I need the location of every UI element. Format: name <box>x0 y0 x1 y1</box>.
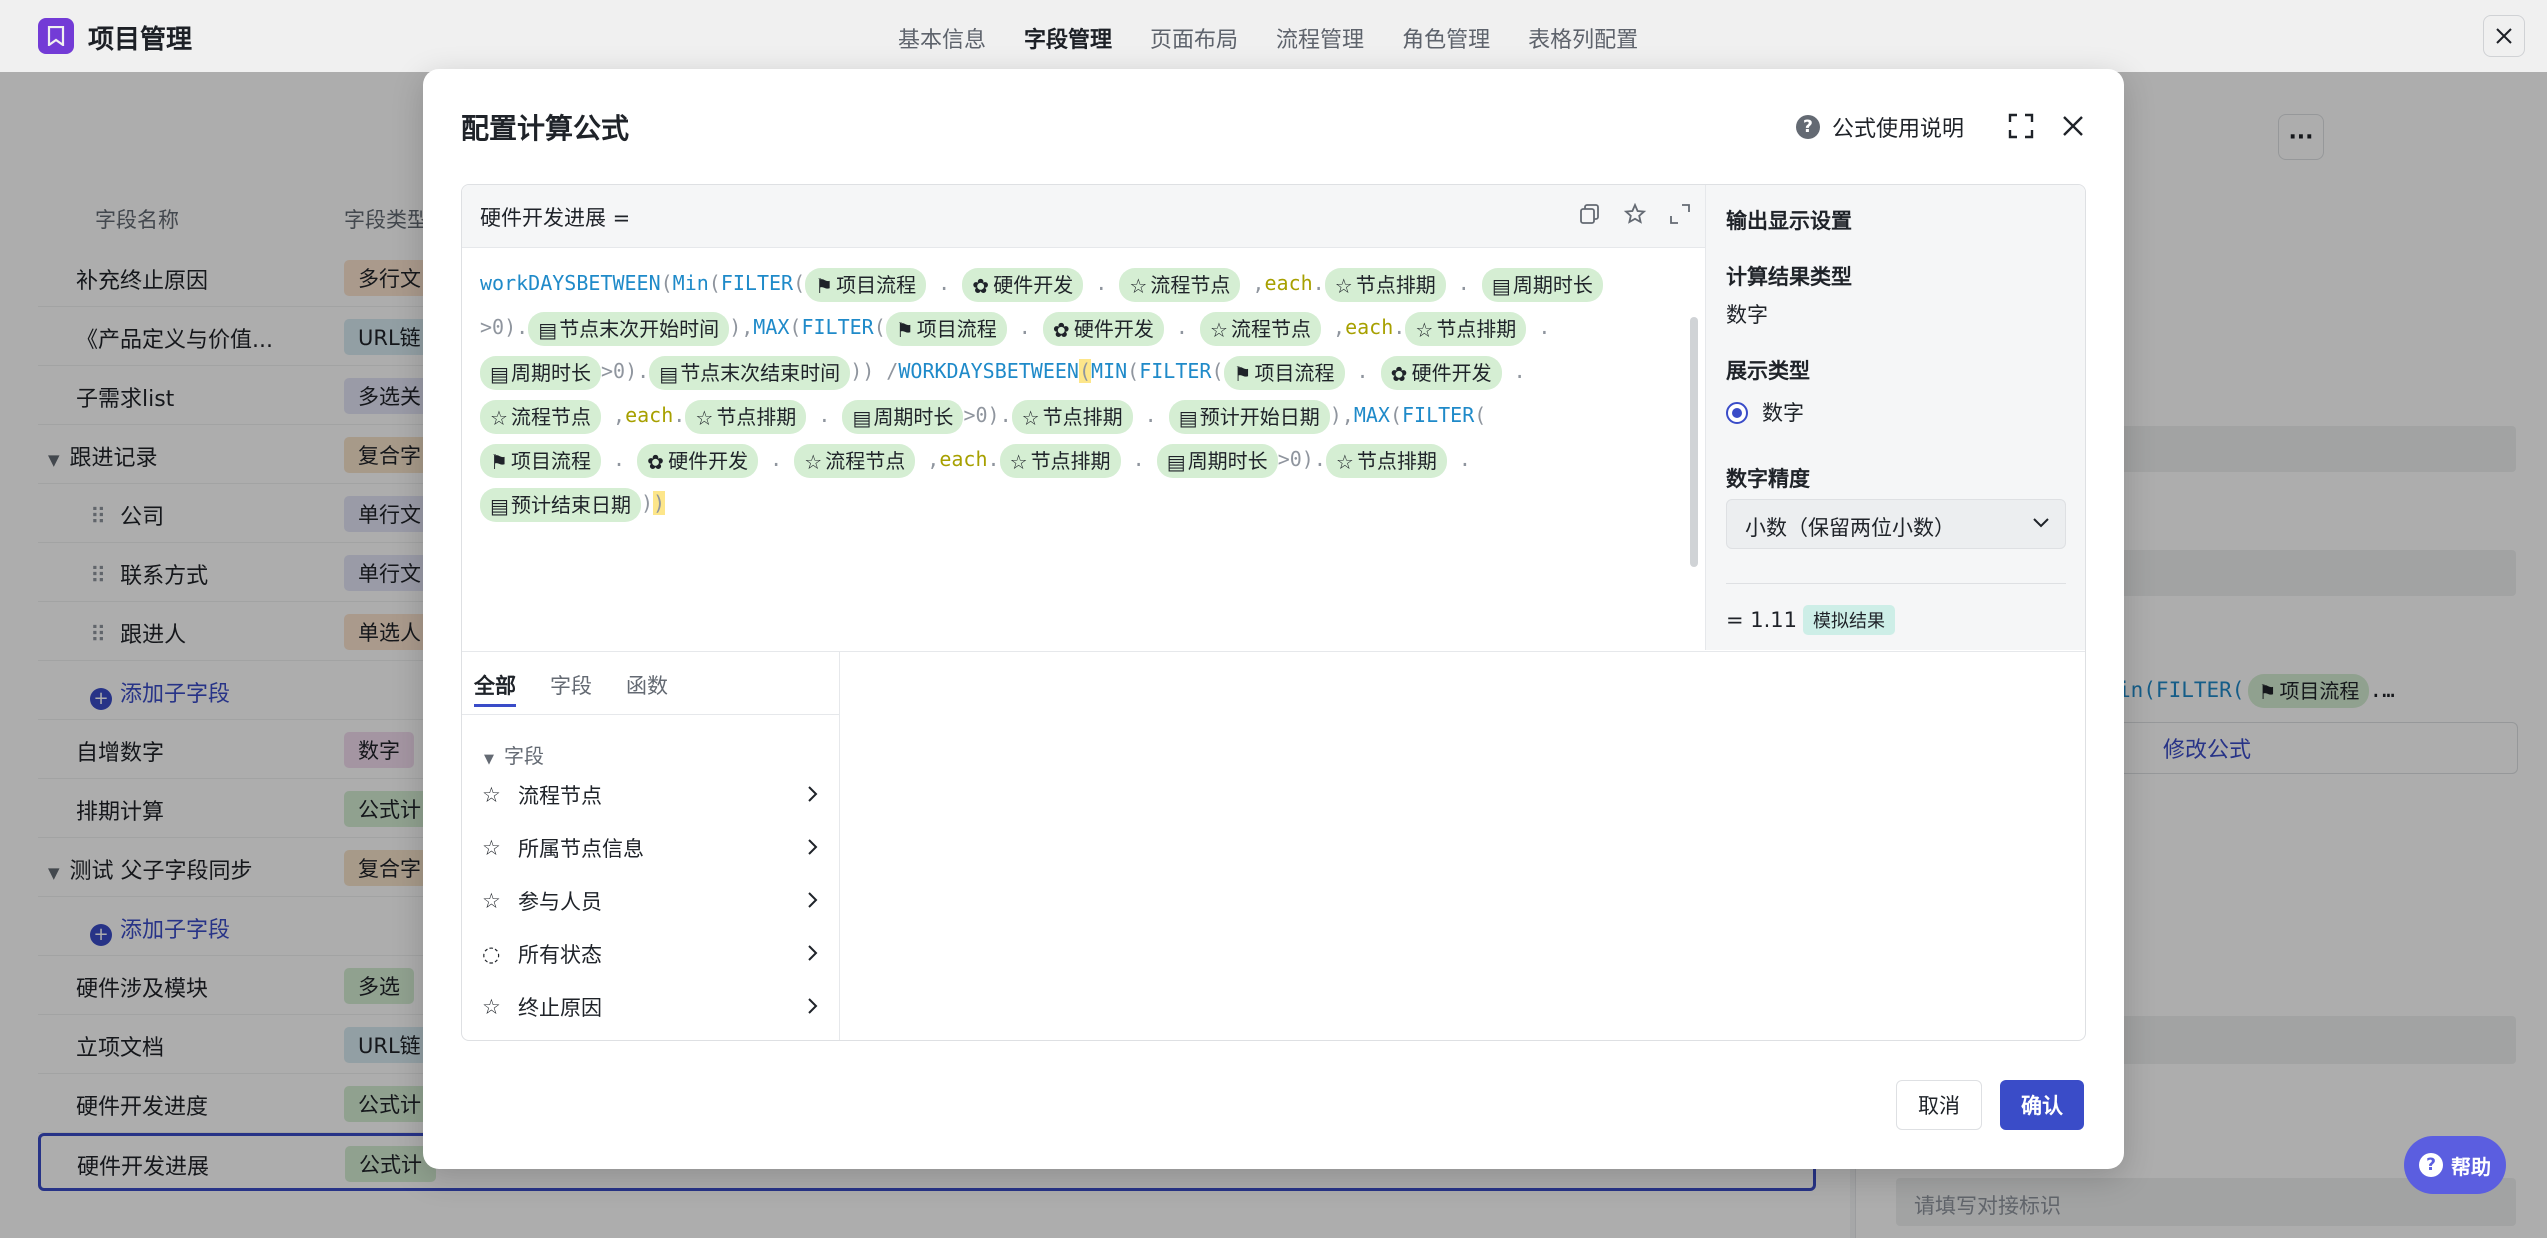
tab-field-management[interactable]: 字段管理 <box>1024 22 1112 54</box>
simulated-result: = 1.11 模拟结果 <box>1726 605 1896 635</box>
star-node-icon: ☆ <box>482 995 501 1019</box>
star-node-icon: ☆ <box>482 783 501 807</box>
status-circle-icon: ◌ <box>482 942 501 966</box>
output-header: 输出显示设置 <box>1726 209 1852 233</box>
formula-help-link[interactable]: ? 公式使用说明 <box>1795 111 1964 143</box>
display-type-label: 展示类型 <box>1726 359 1810 383</box>
confirm-button[interactable]: 确认 <box>2000 1080 2084 1130</box>
close-icon[interactable] <box>2060 113 2086 139</box>
star-node-icon: ☆ <box>482 836 501 860</box>
library-item[interactable]: ☆ 流程节点 <box>482 770 822 820</box>
library-item[interactable]: ☆ 参与人员 <box>482 876 822 926</box>
tab-fields[interactable]: 字段 <box>550 670 592 700</box>
function-library: 全部 字段 函数 ▼ 字段 ☆ 流程节点 ☆ 所属节点信息 ☆ 参与人员 ◌ 所有状态 ☆… <box>462 651 840 1040</box>
chevron-right-icon <box>808 786 818 802</box>
library-item[interactable]: ☆ 终止原因 <box>482 982 822 1032</box>
chevron-down-icon <box>2033 518 2049 528</box>
fullscreen-icon[interactable] <box>2008 113 2034 139</box>
library-group-fields[interactable]: ▼ 字段 <box>484 740 544 769</box>
question-icon: ? <box>1795 115 1820 139</box>
magic-icon[interactable] <box>1623 203 1647 225</box>
library-tabs: 全部 字段 函数 <box>474 670 668 707</box>
result-type-value: 数字 <box>1726 303 1768 327</box>
divider <box>462 714 839 715</box>
question-icon: ? <box>2419 1153 2443 1177</box>
page-close-button[interactable] <box>2483 15 2525 57</box>
editor-header: 硬件开发进展 = <box>462 185 1705 248</box>
display-type-radio[interactable]: 数字 <box>1726 397 1804 427</box>
formula-input[interactable]: workDAYSBETWEEN(Min(FILTER(⚑ 项目流程 . ✿ 硬件开发… <box>462 247 1705 650</box>
formula-editor: 硬件开发进展 = workDAYSBETWEEN(Min(FILTER(⚑ 项目流… <box>461 184 2086 1041</box>
sim-result-badge: 模拟结果 <box>1803 605 1896 635</box>
tab-role-management[interactable]: 角色管理 <box>1402 22 1490 54</box>
editor-scrollbar[interactable] <box>1690 317 1698 567</box>
tab-functions[interactable]: 函数 <box>626 670 668 700</box>
help-button[interactable]: ? 帮助 <box>2404 1136 2506 1194</box>
chevron-right-icon <box>808 892 818 908</box>
cancel-button[interactable]: 取消 <box>1896 1080 1982 1130</box>
app-title: 项目管理 <box>88 25 193 55</box>
radio-selected-icon <box>1726 402 1748 424</box>
tab-process-management[interactable]: 流程管理 <box>1276 22 1364 54</box>
top-bar: 项目管理 基本信息 字段管理 页面布局 流程管理 角色管理 表格列配置 <box>0 0 2547 73</box>
app-logo-icon <box>38 18 74 54</box>
tab-page-layout[interactable]: 页面布局 <box>1150 22 1238 54</box>
expand-icon[interactable] <box>1669 203 1691 225</box>
nav-tabs: 基本信息 字段管理 页面布局 流程管理 角色管理 表格列配置 <box>898 22 1638 54</box>
library-item[interactable]: ◌ 所有状态 <box>482 929 822 979</box>
chevron-right-icon <box>808 839 818 855</box>
library-item[interactable]: ☆ 所属节点信息 <box>482 823 822 873</box>
library-detail <box>839 651 2085 1040</box>
tab-basic-info[interactable]: 基本信息 <box>898 22 986 54</box>
tab-all[interactable]: 全部 <box>474 670 516 707</box>
precision-label: 数字精度 <box>1726 467 1810 491</box>
divider <box>1726 583 2066 584</box>
formula-text: workDAYSBETWEEN(Min(FILTER(⚑ 项目流程 . ✿ 硬件开发… <box>480 261 1680 525</box>
dialog-title: 配置计算公式 <box>461 112 630 145</box>
caret-down-icon: ▼ <box>484 752 494 767</box>
result-type-label: 计算结果类型 <box>1726 265 1852 289</box>
formula-target: 硬件开发进展 = <box>480 206 631 230</box>
star-node-icon: ☆ <box>482 889 501 913</box>
tab-table-columns[interactable]: 表格列配置 <box>1528 22 1638 54</box>
copy-icon[interactable] <box>1579 203 1601 225</box>
editor-toolbar <box>1579 203 1691 225</box>
precision-select[interactable]: 小数（保留两位小数） <box>1726 499 2066 549</box>
formula-config-dialog: 配置计算公式 ? 公式使用说明 硬件开发进展 = workDAYSBETWEEN… <box>423 69 2124 1169</box>
chevron-right-icon <box>808 945 818 961</box>
close-icon <box>2496 28 2512 44</box>
output-settings: 输出显示设置 计算结果类型 数字 展示类型 数字 数字精度 小数（保留两位小数）… <box>1705 185 2085 650</box>
chevron-right-icon <box>808 998 818 1014</box>
